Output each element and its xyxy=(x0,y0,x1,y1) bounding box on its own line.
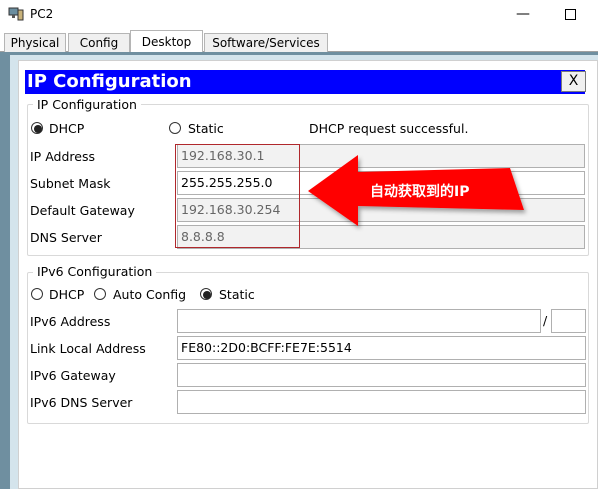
ipv4-static-radio[interactable] xyxy=(169,122,181,134)
link-local-field[interactable]: FE80::2D0:BCFF:FE7E:5514 xyxy=(177,336,586,360)
minimize-button[interactable]: — xyxy=(513,6,533,22)
tab-physical[interactable]: Physical xyxy=(4,33,66,52)
ipv4-static-label: Static xyxy=(188,121,224,136)
link-local-label: Link Local Address xyxy=(30,341,146,356)
ipv6-dhcp-label: DHCP xyxy=(49,287,85,302)
subnet-mask-label: Subnet Mask xyxy=(30,176,111,191)
tab-desktop[interactable]: Desktop xyxy=(130,30,203,53)
ipv6-static-label: Static xyxy=(219,287,255,302)
title-bar xyxy=(0,0,598,30)
dialog-title: IP Configuration xyxy=(27,71,192,92)
highlight-box xyxy=(175,144,300,248)
ipv6-dns-label: IPv6 DNS Server xyxy=(30,395,133,410)
tab-software-services[interactable]: Software/Services xyxy=(204,33,328,52)
default-gateway-label: Default Gateway xyxy=(30,203,135,218)
ipv6-auto-config-label: Auto Config xyxy=(113,287,187,302)
ipv6-prefix-field[interactable] xyxy=(551,309,586,333)
pc-app-icon xyxy=(8,7,24,21)
maximize-icon xyxy=(564,9,576,20)
ipv6-gateway-label: IPv6 Gateway xyxy=(30,368,116,383)
ipv4-dhcp-radio[interactable] xyxy=(31,122,43,134)
ipv6-gateway-field[interactable] xyxy=(177,363,586,387)
ipv6-auto-config-radio[interactable] xyxy=(94,288,106,300)
ip-address-label: IP Address xyxy=(30,149,95,164)
dns-server-label: DNS Server xyxy=(30,230,102,245)
ipv6-dhcp-radio[interactable] xyxy=(31,288,43,300)
close-button[interactable]: X xyxy=(561,71,586,92)
dhcp-status-text: DHCP request successful. xyxy=(309,121,469,136)
ipv4-group-label: IP Configuration xyxy=(33,97,141,112)
ipv6-address-field[interactable] xyxy=(177,309,541,333)
ipv6-group-label: IPv6 Configuration xyxy=(33,264,157,279)
ipv6-dns-field[interactable] xyxy=(177,390,586,414)
maximize-button[interactable] xyxy=(560,6,580,22)
ipv6-static-radio[interactable] xyxy=(200,288,212,300)
tab-config[interactable]: Config xyxy=(68,33,130,52)
ipv4-dhcp-label: DHCP xyxy=(49,121,85,136)
window-title: PC2 xyxy=(30,7,54,21)
annotation-text: 自动获取到的IP xyxy=(370,184,470,200)
prefix-separator: / xyxy=(543,313,548,328)
ipv6-address-label: IPv6 Address xyxy=(30,314,111,329)
